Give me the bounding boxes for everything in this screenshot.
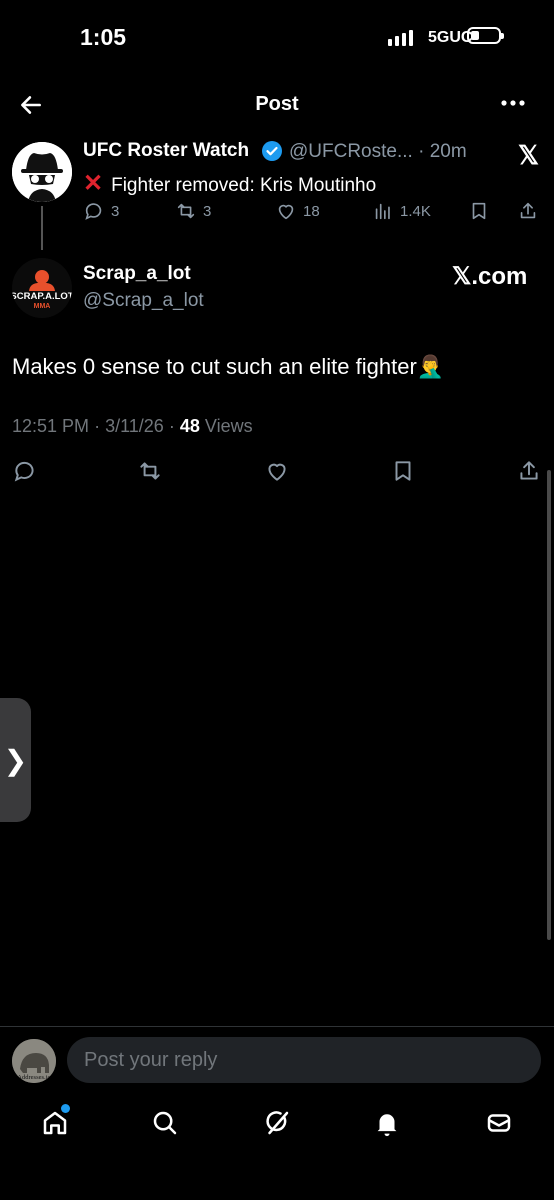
notification-dot — [61, 1104, 70, 1113]
avatar[interactable]: SCRAP.A.LOT MMA — [12, 258, 72, 318]
post-text: ✕ Fighter removed: Kris Moutinho — [83, 169, 376, 198]
bell-icon — [377, 1114, 397, 1137]
nav-search[interactable] — [150, 1108, 184, 1142]
mail-icon — [487, 1114, 511, 1132]
more-horizontal-icon — [501, 100, 525, 106]
post-time: 12:51 PM — [12, 416, 90, 436]
bookmark-button[interactable] — [468, 200, 490, 222]
like-button[interactable] — [264, 458, 290, 489]
divider — [0, 1026, 554, 1027]
post-date: 3/11/26 — [105, 416, 164, 436]
views-count: 1.4K — [400, 202, 431, 220]
reply-icon — [85, 203, 102, 220]
repost-icon — [140, 462, 160, 480]
network-type: 5GUC — [428, 29, 473, 46]
author-handle-row: @UFCRoste... · 20m — [289, 141, 467, 163]
heart-icon — [278, 204, 294, 220]
separator-dot: · — [418, 141, 425, 162]
battery-icon — [467, 27, 504, 44]
thread-line — [41, 206, 43, 250]
post-text: Makes 0 sense to cut such an elite fight… — [12, 354, 445, 379]
like-count: 18 — [303, 202, 320, 220]
share-button[interactable] — [516, 458, 542, 489]
views-count: 48 — [179, 416, 200, 436]
scrap-a-lot-logo-icon: SCRAP.A.LOT MMA — [12, 258, 72, 318]
search-icon — [153, 1111, 177, 1135]
bookmark-icon — [472, 202, 486, 220]
views-button[interactable]: 1.4K — [372, 200, 431, 222]
avatar-caption: Addresses.io — [17, 1074, 50, 1081]
side-panel-handle[interactable]: ❯ — [0, 698, 31, 822]
post-time-ago: 20m — [429, 141, 467, 162]
cross-mark-icon: ✕ — [83, 170, 104, 197]
nav-grok[interactable] — [262, 1108, 296, 1142]
scrollbar[interactable] — [547, 470, 551, 940]
separator-dot: · — [94, 416, 101, 436]
reply-button[interactable] — [12, 458, 38, 489]
repost-count: 3 — [203, 202, 212, 220]
reply-button[interactable]: 3 — [83, 200, 119, 222]
more-button[interactable] — [500, 96, 526, 115]
repost-button[interactable] — [137, 458, 163, 489]
spy-icon — [12, 142, 72, 202]
reply-placeholder: Post your reply — [84, 1049, 218, 1071]
elephant-icon: Addresses.io — [12, 1039, 56, 1083]
page-title: Post — [255, 93, 299, 115]
repost-icon — [177, 203, 195, 219]
post-text-content: Fighter removed: Kris Moutinho — [111, 175, 377, 196]
post-meta: 12:51 PM · 3/11/26 · 48 Views — [12, 416, 253, 437]
action-bar — [12, 458, 542, 488]
bookmark-button[interactable] — [390, 458, 416, 489]
verified-badge-icon — [262, 141, 282, 161]
author-name[interactable]: UFC Roster Watch — [83, 140, 249, 162]
share-icon — [520, 202, 536, 219]
action-bar: 3 3 18 1.4K — [83, 200, 543, 226]
nav-home[interactable] — [40, 1108, 74, 1142]
reply-icon — [14, 461, 34, 482]
reply-count: 3 — [111, 202, 120, 220]
share-button[interactable] — [517, 200, 539, 222]
views-icon — [375, 203, 390, 220]
signal-icon — [388, 30, 413, 46]
nav-notifications[interactable] — [372, 1108, 406, 1142]
avatar-brand-subtext: MMA — [34, 303, 51, 310]
nav-messages[interactable] — [484, 1108, 518, 1142]
avatar-brand-text: SCRAP.A.LOT — [12, 291, 72, 302]
like-button[interactable]: 18 — [275, 200, 320, 222]
avatar[interactable] — [12, 142, 72, 202]
author-handle[interactable]: @UFCRoste... — [289, 141, 413, 162]
author-handle[interactable]: @Scrap_a_lot — [83, 290, 204, 312]
share-icon — [520, 461, 538, 480]
author-name[interactable]: Scrap_a_lot — [83, 263, 191, 285]
avatar: Addresses.io — [12, 1039, 56, 1083]
views-label: Views — [204, 416, 253, 436]
status-time: 1:05 — [80, 24, 127, 50]
chevron-right-icon: ❯ — [3, 744, 28, 776]
platform-label: 𝕏.com — [452, 263, 528, 290]
grok-icon — [266, 1111, 289, 1135]
heart-icon — [268, 463, 286, 481]
repost-button[interactable]: 3 — [175, 200, 211, 222]
separator-dot: · — [168, 416, 175, 436]
bookmark-icon — [395, 461, 411, 481]
x-logo-icon: 𝕏 — [518, 140, 539, 170]
